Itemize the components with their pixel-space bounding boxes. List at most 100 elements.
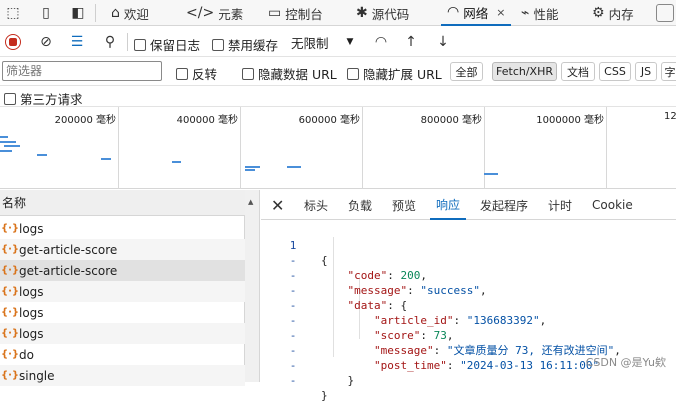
request-row[interactable]: {·} get-article-score	[0, 239, 245, 260]
timeline-tick: 600000 毫秒	[298, 115, 360, 126]
dock-icon[interactable]: ◧	[68, 3, 88, 23]
gear-icon: ⚙	[592, 5, 605, 21]
request-row[interactable]: {·} do	[0, 344, 245, 365]
xhr-icon: {·}	[1, 349, 20, 360]
devtools-tab-bar: ⬚ ▯ ◧ ⌂ 欢迎 </> 元素 ▭ 控制台 ✱ 源代码 ◠ 网络 × ⌁ 性…	[0, 0, 676, 26]
checkbox-box[interactable]	[4, 92, 16, 105]
tab-separator	[95, 4, 96, 22]
code-value: 200	[400, 269, 421, 282]
disable-cache-checkbox[interactable]: 禁用缓存	[212, 35, 278, 54]
tab-sources-label: 源代码	[371, 6, 410, 22]
timeline-tick: 200000 毫秒	[54, 115, 116, 126]
code-line: - "data": {	[261, 268, 407, 312]
tab-performance[interactable]: ⌁ 性能	[515, 0, 564, 26]
device-emulation-icon[interactable]: ▯	[36, 3, 56, 23]
tab-memory[interactable]: ⚙ 内存	[586, 0, 640, 26]
request-name: single	[19, 368, 55, 383]
preserve-log-label: 保留日志	[150, 38, 201, 53]
code-line: - "score": 73,	[261, 298, 454, 342]
invert-checkbox[interactable]: 反转	[176, 64, 217, 83]
tab-payload[interactable]: 负载	[348, 190, 372, 220]
code-line: - "message": "文章质量分 73, 还有改进空间",	[261, 313, 621, 357]
checkbox-box[interactable]	[134, 38, 146, 51]
name-column-header[interactable]: 名称	[0, 190, 245, 216]
tab-console[interactable]: ▭ 控制台	[262, 0, 329, 26]
tab-timing[interactable]: 计时	[548, 190, 572, 220]
checkbox-box[interactable]	[212, 38, 224, 51]
timeline-request-bar	[287, 166, 301, 168]
tab-response[interactable]: 响应	[430, 190, 467, 220]
throttle-value: 无限制	[291, 35, 329, 51]
type-filter-fetch-xhr[interactable]: Fetch/XHR	[492, 62, 557, 81]
type-filter-font[interactable]: 字	[661, 62, 676, 81]
network-conditions-icon[interactable]: ◠	[371, 33, 391, 51]
inspect-icon[interactable]: ⬚	[3, 3, 23, 23]
hide-data-url-checkbox[interactable]: 隐藏数据 URL	[242, 64, 337, 83]
timeline-overview[interactable]: 200000 毫秒 400000 毫秒 600000 毫秒 800000 毫秒 …	[0, 107, 676, 189]
hide-ext-url-checkbox[interactable]: 隐藏扩展 URL	[347, 64, 442, 83]
hide-ext-url-label: 隐藏扩展 URL	[363, 67, 442, 82]
filter-input[interactable]	[2, 61, 162, 81]
request-row[interactable]: {·} single	[0, 365, 245, 386]
timeline-gridline	[606, 107, 607, 189]
request-name: logs	[19, 284, 44, 299]
request-list: 名称 {·} logs {·} get-article-score {·} ge…	[0, 190, 245, 386]
tab-network[interactable]: ◠ 网络 ×	[441, 0, 512, 26]
tab-sources[interactable]: ✱ 源代码	[350, 0, 415, 26]
preserve-log-checkbox[interactable]: 保留日志	[134, 35, 200, 54]
timeline-tick: 1000000 毫秒	[536, 115, 604, 126]
filter-icon[interactable]: ☰	[67, 33, 87, 51]
tab-welcome-label: 欢迎	[123, 6, 149, 22]
code-line: - "code": 200,	[261, 238, 427, 282]
type-filter-doc[interactable]: 文档	[561, 62, 595, 81]
checkbox-box[interactable]	[242, 67, 254, 80]
tab-memory-label: 内存	[608, 6, 634, 22]
third-party-checkbox[interactable]: 第三方请求	[4, 89, 83, 108]
checkbox-box[interactable]	[176, 67, 188, 80]
tab-welcome[interactable]: ⌂ 欢迎	[105, 0, 155, 26]
checkbox-box[interactable]	[347, 67, 359, 80]
disable-cache-label: 禁用缓存	[228, 38, 279, 53]
close-tab-icon[interactable]: ×	[496, 6, 505, 19]
request-name: logs	[19, 305, 44, 320]
tab-headers[interactable]: 标头	[304, 190, 328, 220]
code-tag-icon: </>	[186, 5, 215, 21]
throttle-select[interactable]: 无限制 ▼	[291, 31, 353, 53]
scroll-up-icon[interactable]: ▲	[248, 198, 253, 206]
export-har-icon[interactable]: ↓	[434, 33, 452, 51]
request-row-selected[interactable]: {·} get-article-score	[0, 260, 245, 281]
request-name: do	[19, 347, 34, 362]
close-detail-icon[interactable]: ✕	[271, 190, 284, 220]
code-line: - "article_id": "136683392",	[261, 283, 547, 327]
tab-elements-label: 元素	[218, 6, 244, 22]
type-filter-js[interactable]: JS	[635, 62, 657, 81]
search-icon[interactable]: ⚲	[101, 33, 119, 51]
request-row[interactable]: {·} logs	[0, 323, 245, 344]
detail-tabs: ✕ 标头 负载 预览 响应 发起程序 计时 Cookie	[261, 190, 676, 220]
tab-performance-label: 性能	[533, 6, 559, 22]
import-har-icon[interactable]: ↑	[402, 33, 420, 51]
tab-network-label: 网络	[463, 5, 489, 21]
request-row[interactable]: {·} logs	[0, 302, 245, 323]
clear-icon[interactable]: ⊘	[37, 33, 55, 51]
type-filter-css[interactable]: CSS	[599, 62, 631, 81]
timeline-gridline	[362, 107, 363, 189]
third-party-row: 第三方请求	[0, 86, 676, 107]
request-row[interactable]: {·} logs	[0, 218, 245, 239]
type-filter-all[interactable]: 全部	[450, 62, 483, 81]
tab-preview[interactable]: 预览	[392, 190, 416, 220]
home-icon: ⌂	[111, 5, 120, 21]
request-list-scrollbar[interactable]: ▲	[245, 190, 260, 382]
tab-cookies[interactable]: Cookie	[592, 190, 633, 220]
timeline-request-bar	[4, 145, 20, 147]
tab-elements[interactable]: </> 元素	[180, 0, 249, 26]
timeline-request-bar	[0, 136, 8, 138]
record-icon[interactable]	[5, 34, 21, 50]
more-tabs-icon[interactable]	[656, 4, 674, 22]
request-row[interactable]: {·} logs	[0, 281, 245, 302]
filter-bar: 反转 隐藏数据 URL 隐藏扩展 URL 全部 Fetch/XHR 文档 CSS…	[0, 57, 676, 86]
network-toolbar: ⊘ ☰ ⚲ 保留日志 禁用缓存 无限制 ▼ ◠ ↑ ↓	[0, 27, 676, 57]
tab-initiator[interactable]: 发起程序	[480, 190, 528, 220]
xhr-icon: {·}	[1, 223, 20, 234]
timeline-gridline	[240, 107, 241, 189]
